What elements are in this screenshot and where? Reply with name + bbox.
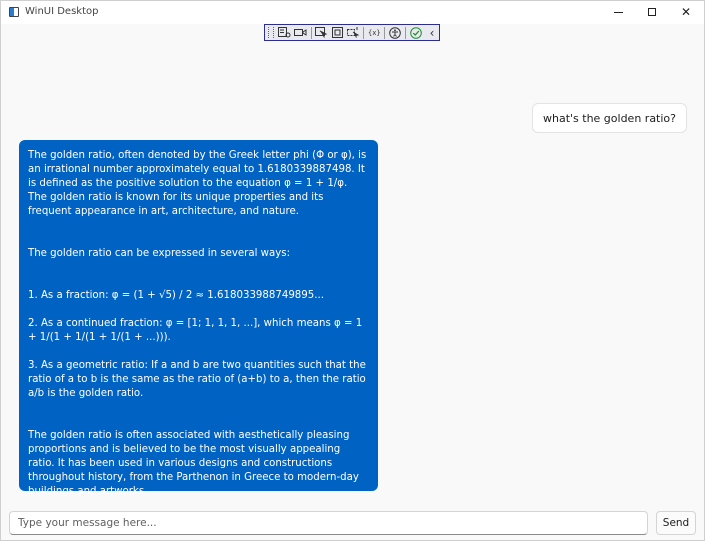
video-camera-icon <box>294 29 307 36</box>
send-button[interactable]: Send <box>656 511 696 535</box>
app-window: WinUI Desktop ✕ {x} ‹ what's the golden … <box>0 0 705 541</box>
maximize-icon <box>648 8 656 16</box>
minimize-icon <box>613 11 623 13</box>
toolbar-grip[interactable] <box>268 27 274 38</box>
user-message-text: what's the golden ratio? <box>542 111 676 125</box>
binding-failures-icon: {x} <box>368 28 381 37</box>
live-tree-button[interactable] <box>278 26 292 39</box>
window-title: WinUI Desktop <box>25 6 99 17</box>
message-composer: Send <box>1 508 704 538</box>
checkmark-icon <box>410 26 422 39</box>
title-bar[interactable]: WinUI Desktop ✕ <box>1 1 704 24</box>
display-layout-adorners-icon <box>331 27 343 38</box>
toolbar-separator <box>310 26 312 39</box>
accessibility-icon <box>389 26 402 39</box>
toolbar-separator <box>363 26 365 39</box>
select-element-icon <box>315 27 328 38</box>
assistant-paragraph: 3. As a geometric ratio: If a and b are … <box>28 360 366 399</box>
live-tree-icon <box>278 27 291 38</box>
minimize-button[interactable] <box>601 1 635 23</box>
select-element-button[interactable] <box>315 26 329 39</box>
maximize-button[interactable] <box>635 1 669 23</box>
assistant-paragraph: The golden ratio, often denoted by the G… <box>28 150 367 217</box>
collapse-chevron-icon: ‹ <box>429 25 435 40</box>
toolbar-separator <box>405 26 407 39</box>
user-message: what's the golden ratio? <box>531 103 687 133</box>
app-icon <box>9 7 19 17</box>
layout-adorners-button[interactable] <box>331 26 345 39</box>
track-focus-button[interactable] <box>346 26 360 39</box>
assistant-paragraph: The golden ratio is often associated wit… <box>28 430 359 497</box>
assistant-message: The golden ratio, often denoted by the G… <box>19 140 378 497</box>
xaml-debug-toolbar: {x} ‹ <box>264 24 440 41</box>
close-icon: ✕ <box>680 5 692 19</box>
binding-failures-button[interactable]: {x} <box>367 26 381 39</box>
toolbar-separator <box>384 26 386 39</box>
chat-transcript[interactable]: what's the golden ratio? The golden rati… <box>1 41 704 501</box>
accessibility-button[interactable] <box>388 26 402 39</box>
message-input[interactable] <box>9 511 648 535</box>
track-focus-icon <box>346 27 360 38</box>
assistant-paragraph: 1. As a fraction: φ = (1 + √5) / 2 ≈ 1.6… <box>28 290 324 301</box>
assistant-paragraph: 2. As a continued fraction: φ = [1; 1, 1… <box>28 318 363 343</box>
collapse-toolbar-button[interactable]: ‹ <box>425 26 439 39</box>
assistant-paragraph: The golden ratio can be expressed in sev… <box>28 248 291 259</box>
record-button[interactable] <box>294 26 308 39</box>
close-button[interactable]: ✕ <box>669 1 703 23</box>
checks-button[interactable] <box>409 26 423 39</box>
